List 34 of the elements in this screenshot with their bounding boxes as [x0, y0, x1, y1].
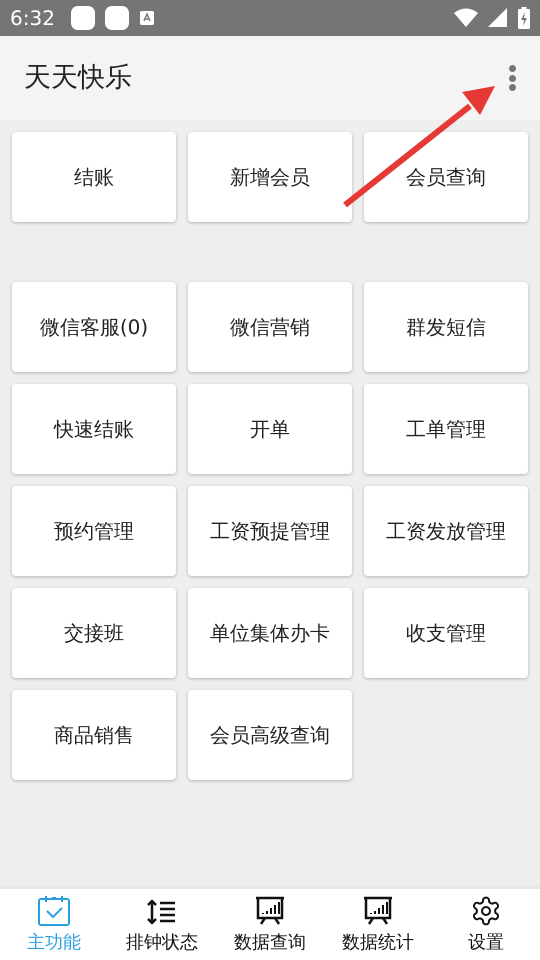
notification-icon — [104, 6, 129, 30]
menu-tile[interactable]: 开单 — [188, 384, 352, 474]
menu-tile[interactable]: 群发短信 — [364, 282, 528, 372]
battery-icon — [518, 7, 530, 29]
app-title: 天天快乐 — [24, 60, 133, 95]
menu-tile[interactable]: 工资发放管理 — [364, 486, 528, 576]
menu-tile[interactable]: 微信客服(0) — [12, 282, 176, 372]
menu-tile[interactable]: 快速结账 — [12, 384, 176, 474]
menu-tile[interactable]: 单位集体办卡 — [188, 588, 352, 678]
menu-tile[interactable]: 新增会员 — [188, 132, 352, 222]
settings-icon — [470, 895, 502, 927]
presentation-chart-icon — [362, 895, 394, 927]
nav-tab[interactable]: 数据统计 — [324, 889, 432, 960]
menu-tile[interactable]: 交接班 — [12, 588, 176, 678]
wifi-icon — [454, 8, 478, 28]
menu-tile[interactable]: 结账 — [12, 132, 176, 222]
menu-tile[interactable]: 会员查询 — [364, 132, 528, 222]
menu-tile[interactable]: 收支管理 — [364, 588, 528, 678]
notification-icon — [70, 6, 95, 30]
sort-list-icon — [147, 897, 177, 927]
menu-tile[interactable]: 会员高级查询 — [188, 690, 352, 780]
menu-tile[interactable]: 预约管理 — [12, 486, 176, 576]
menu-tile[interactable]: 商品销售 — [12, 690, 176, 780]
status-time: 6:32 — [10, 5, 55, 32]
keyboard-notification-icon — [138, 10, 155, 26]
signal-icon — [488, 8, 508, 28]
nav-tab[interactable]: 排钟状态 — [108, 889, 216, 960]
nav-tab[interactable]: 数据查询 — [216, 889, 324, 960]
calendar-check-icon — [37, 895, 71, 927]
presentation-chart-icon — [254, 895, 286, 927]
menu-tile[interactable]: 工资预提管理 — [188, 486, 352, 576]
nav-tab[interactable]: 设置 — [432, 889, 540, 960]
menu-tile[interactable]: 工单管理 — [364, 384, 528, 474]
menu-tile[interactable]: 微信营销 — [188, 282, 352, 372]
